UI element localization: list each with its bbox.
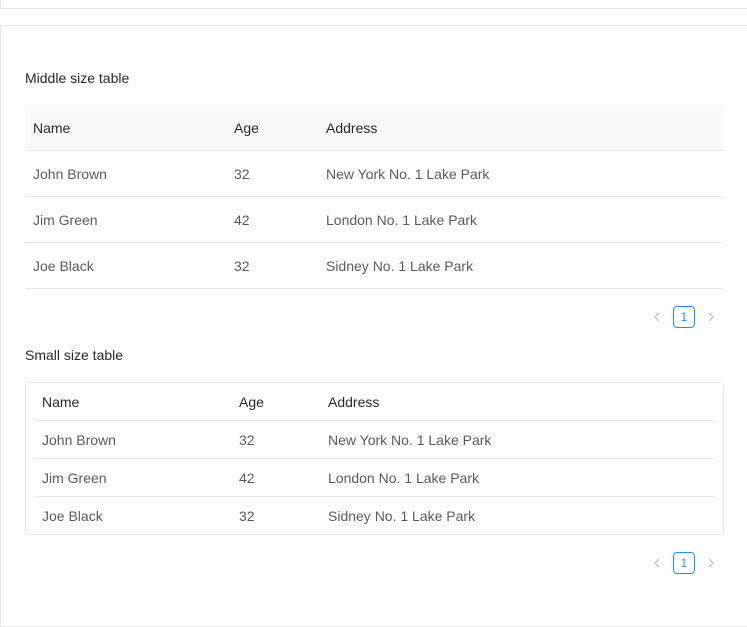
chevron-left-icon[interactable] (649, 552, 665, 574)
chevron-right-icon[interactable] (703, 306, 719, 328)
middle-pagination: 1 (649, 306, 719, 328)
cell-name: Jim Green (25, 196, 226, 243)
chevron-right-icon[interactable] (703, 552, 719, 574)
cell-address: Sidney No. 1 Lake Park (318, 242, 724, 289)
column-header-age: Age (226, 105, 318, 151)
cell-name: Jim Green (34, 458, 231, 497)
table-header-row: Name Age Address (25, 105, 724, 151)
middle-table-title: Middle size table (25, 70, 130, 86)
cell-name: Joe Black (25, 242, 226, 289)
table-row[interactable]: Jim Green 42 London No. 1 Lake Park (34, 458, 716, 497)
cell-address: London No. 1 Lake Park (320, 458, 716, 497)
small-table-title: Small size table (25, 347, 124, 363)
table-row[interactable]: John Brown 32 New York No. 1 Lake Park (25, 150, 724, 197)
cell-name: John Brown (25, 150, 226, 197)
cell-name: Joe Black (42, 507, 103, 524)
cell-address: Sidney No. 1 Lake Park (328, 507, 476, 524)
column-header-name: Name (34, 383, 231, 421)
cell-age: 32 (239, 507, 255, 524)
cell-age: 42 (226, 196, 318, 243)
cell-address: New York No. 1 Lake Park (320, 420, 716, 459)
table-row[interactable]: Jim Green 42 London No. 1 Lake Park (25, 196, 724, 243)
middle-size-table: Name Age Address John Brown 32 New York … (25, 105, 724, 289)
cell-age: 32 (226, 150, 318, 197)
chevron-left-icon[interactable] (649, 306, 665, 328)
page-item-current[interactable]: 1 (673, 306, 695, 328)
small-pagination: 1 (649, 552, 719, 574)
table-row[interactable]: John Brown 32 New York No. 1 Lake Park (34, 420, 716, 459)
cell-address: London No. 1 Lake Park (318, 196, 724, 243)
cell-address: New York No. 1 Lake Park (318, 150, 724, 197)
cell-name: John Brown (34, 420, 231, 459)
cell-age: 32 (226, 242, 318, 289)
column-header-address: Address (318, 105, 724, 151)
column-header-address: Address (320, 383, 716, 421)
table-header-row: Name Age Address (34, 383, 716, 421)
page-item-current[interactable]: 1 (673, 552, 695, 574)
cell-age: 32 (231, 420, 320, 459)
small-size-table: Name Age Address John Brown 32 New York … (34, 383, 716, 534)
table-row[interactable]: Joe Black 32 Sidney No. 1 Lake Park (34, 497, 716, 535)
column-header-age: Age (231, 383, 320, 421)
cell-age: 42 (231, 458, 320, 497)
small-table-container: Name Age Address John Brown 32 New York … (25, 382, 724, 535)
column-header-name: Name (25, 105, 226, 151)
previous-card (0, 0, 747, 9)
table-row[interactable]: Joe Black 32 Sidney No. 1 Lake Park (25, 242, 724, 289)
